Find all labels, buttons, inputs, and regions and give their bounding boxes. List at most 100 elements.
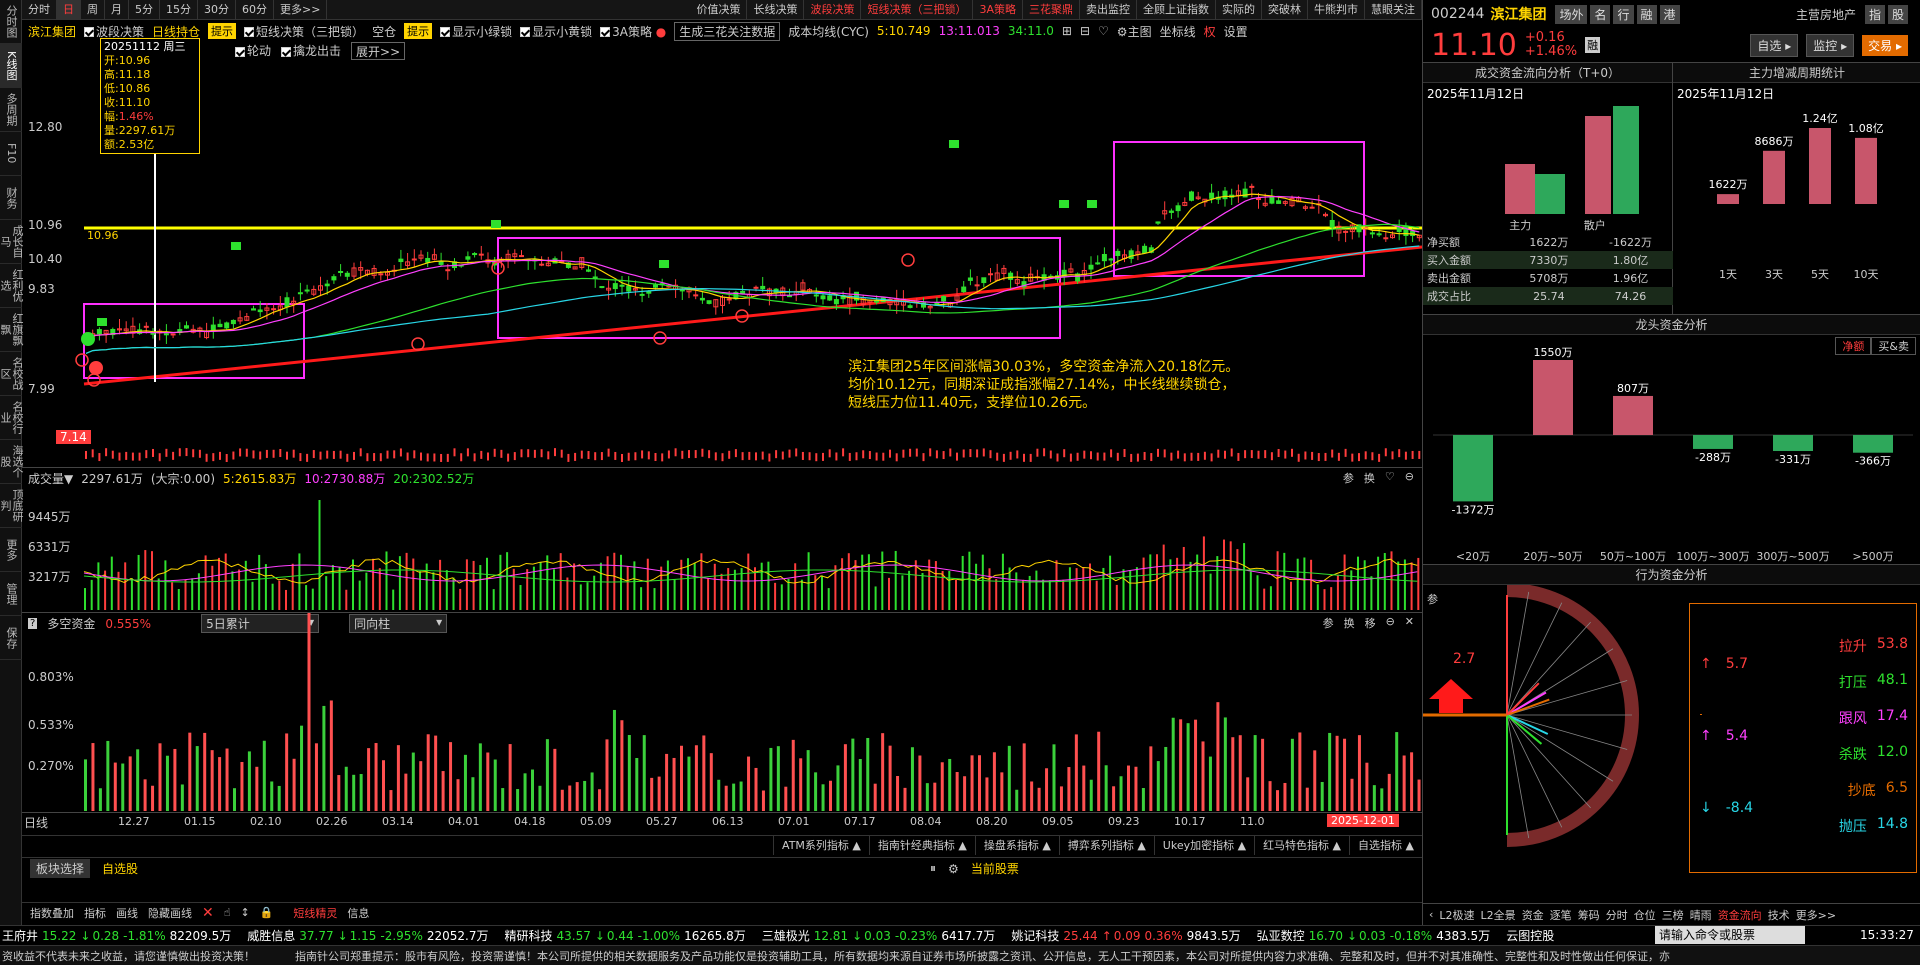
monitor-button[interactable]: 监控 ▸ bbox=[1806, 33, 1855, 57]
top-action-button[interactable]: 突破林 bbox=[1262, 0, 1308, 19]
pointer-icon[interactable]: ☝ bbox=[224, 906, 231, 919]
info-tab[interactable]: 信息 bbox=[347, 905, 369, 921]
period-tab[interactable]: 分时 bbox=[22, 0, 57, 19]
right-bottom-tab[interactable]: 三榜 bbox=[1662, 907, 1684, 923]
right-bottom-tab[interactable]: 资金流向 bbox=[1718, 907, 1762, 923]
period-tab[interactable]: 日 bbox=[57, 0, 81, 19]
heart-icon[interactable]: ♡ bbox=[1098, 24, 1109, 38]
pause-icon[interactable]: ⏸ bbox=[930, 861, 936, 876]
top-action-button[interactable]: 3A策略 bbox=[973, 0, 1023, 19]
top-action-button[interactable]: 实际的 bbox=[1216, 0, 1262, 19]
stock-tab[interactable]: 场外 bbox=[1555, 4, 1588, 24]
toolbar-button[interactable]: 指标 bbox=[84, 905, 106, 921]
collapse-icon[interactable]: ‹ bbox=[1429, 908, 1433, 921]
rights-button[interactable]: 权 bbox=[1204, 23, 1216, 40]
top-action-button[interactable]: 长线决策 bbox=[747, 0, 805, 19]
right-bottom-tab[interactable]: 仓位 bbox=[1634, 907, 1656, 923]
ticker-item[interactable]: 精研科技 43.57 ↓ 0.44 -1.00% 16265.8万 bbox=[504, 927, 745, 944]
ticker-item[interactable]: 姚记科技 25.44 ↑ 0.09 0.36% 9843.5万 bbox=[1011, 927, 1240, 944]
right-bottom-tab[interactable]: 技术 bbox=[1768, 907, 1790, 923]
stock-tab[interactable]: 行 bbox=[1613, 4, 1634, 24]
left-nav-item[interactable]: 名校战区 bbox=[0, 352, 24, 396]
period-tab[interactable]: 5分 bbox=[129, 0, 160, 19]
custom-stock-tab[interactable]: 自选股 bbox=[102, 860, 138, 877]
trade-button[interactable]: 交易 ▸ bbox=[1862, 34, 1908, 56]
indicator-menu[interactable]: 自选指标 ▲ bbox=[1349, 836, 1422, 855]
toolbar-button[interactable]: 指数叠加 bbox=[30, 905, 74, 921]
left-nav-item[interactable]: 更多 bbox=[0, 528, 22, 572]
show-green-checkbox[interactable]: 显示小绿锁 bbox=[440, 23, 512, 40]
indicator-menu[interactable]: 指南针经典指标 ▲ bbox=[868, 836, 975, 855]
dk-chart[interactable]: ? 多空资金 0.555% 5日累计 ▾ 同向柱 ▾ 参 换 移 ⊖ ✕ 0.803… bbox=[22, 612, 1422, 812]
ticker-item[interactable]: 云图控股 bbox=[1506, 927, 1566, 944]
delete-icon[interactable]: ✕ bbox=[202, 905, 214, 921]
main-fig-button[interactable]: ⚙主图 bbox=[1117, 23, 1152, 40]
indicator-menu[interactable]: 红马特色指标 ▲ bbox=[1254, 836, 1349, 855]
add-icon[interactable]: ⊞ bbox=[1062, 24, 1072, 38]
move-icon[interactable]: ↕ bbox=[240, 906, 249, 919]
strategy-3a-checkbox[interactable]: 3A策略 ● bbox=[600, 23, 666, 40]
indicator-menu[interactable]: ATM系列指标 ▲ bbox=[773, 836, 869, 855]
indicator-menu[interactable]: 搏弈系列指标 ▲ bbox=[1058, 836, 1154, 855]
indicator-menu[interactable]: 操盘系指标 ▲ bbox=[974, 836, 1059, 855]
toolbar-button[interactable]: 画线 bbox=[116, 905, 138, 921]
left-nav-item[interactable]: 顶底研判 bbox=[0, 484, 24, 528]
period-tab[interactable]: 30分 bbox=[198, 0, 236, 19]
right-bottom-tab[interactable]: 更多>> bbox=[1796, 907, 1836, 923]
index-tab[interactable]: 指 bbox=[1864, 4, 1885, 24]
current-stock-tab[interactable]: 当前股票 bbox=[971, 860, 1019, 877]
ticker-item[interactable]: 弘亚数控 16.70 ↓ 0.03 -0.18% 4383.5万 bbox=[1257, 927, 1491, 944]
coord-button[interactable]: 坐标线 bbox=[1160, 23, 1196, 40]
generate-button[interactable]: 生成三花关注数据 bbox=[674, 21, 781, 41]
top-action-button[interactable]: 慧眼关注 bbox=[1365, 0, 1422, 19]
ticker-item[interactable]: 王府井 15.22 ↓ 0.28 -1.81% 82209.5万 bbox=[2, 927, 231, 944]
right-bottom-tab[interactable]: 筹码 bbox=[1578, 907, 1600, 923]
right-bottom-tab[interactable]: 逐笔 bbox=[1550, 907, 1572, 923]
tip-badge-2[interactable]: 提示 bbox=[404, 23, 433, 39]
left-nav-item[interactable]: 海选个股 bbox=[0, 440, 24, 484]
top-action-button[interactable]: 卖出监控 bbox=[1080, 0, 1137, 19]
stock-tab[interactable]: 港 bbox=[1659, 4, 1680, 24]
price-chart[interactable]: 12.80 10.96 10.40 9.83 7.99 7.14 10.96 滨… bbox=[22, 38, 1422, 467]
period-tab[interactable]: 60分 bbox=[236, 0, 274, 19]
tip-badge[interactable]: 提示 bbox=[208, 23, 237, 39]
top-action-button[interactable]: 波段决策 bbox=[804, 0, 862, 19]
watchlist-button[interactable]: 自选 ▸ bbox=[1750, 33, 1799, 57]
stock-tab[interactable]: 融 bbox=[1636, 4, 1657, 24]
left-nav-item[interactable]: 管理 bbox=[0, 572, 22, 616]
left-nav-item[interactable]: 多周期 bbox=[0, 88, 22, 132]
short-checkbox[interactable]: 短线决策（三把锁） bbox=[244, 23, 364, 40]
right-bottom-tab[interactable]: 资金 bbox=[1522, 907, 1544, 923]
minus-icon[interactable]: ⊟ bbox=[1080, 24, 1090, 38]
command-input[interactable]: 请输入命令或股票 bbox=[1655, 926, 1805, 944]
left-nav-item[interactable]: 成长自马 bbox=[0, 220, 24, 264]
index-tab[interactable]: 股 bbox=[1887, 4, 1908, 24]
left-nav-item[interactable]: 保存 bbox=[0, 616, 22, 660]
toolbar-button[interactable]: 隐藏画线 bbox=[148, 905, 192, 921]
indicator-menu[interactable]: Ukey加密指标 ▲ bbox=[1153, 836, 1254, 855]
top-action-button[interactable]: 短线决策（三把锁） bbox=[861, 0, 974, 19]
ticker-item[interactable]: 三雄极光 12.81 ↓ 0.03 -0.23% 6417.7万 bbox=[762, 927, 996, 944]
volume-chart[interactable]: 成交量▼ 2297.61万 (大宗:0.00) 5:2615.83万 10:27… bbox=[22, 467, 1422, 612]
short-sprite-tab[interactable]: 短线精灵 bbox=[293, 905, 337, 921]
left-nav-item[interactable]: 名校行业 bbox=[0, 396, 24, 440]
block-select-tab[interactable]: 板块选择 bbox=[30, 859, 91, 878]
show-yellow-checkbox[interactable]: 显示小黄锁 bbox=[520, 23, 592, 40]
right-bottom-tab[interactable]: L2全景 bbox=[1481, 907, 1516, 923]
gear-icon[interactable]: ⚙ bbox=[948, 862, 959, 876]
period-tab[interactable]: 月 bbox=[105, 0, 129, 19]
left-nav-item[interactable]: 红旗飘飘 bbox=[0, 308, 24, 352]
wave-checkbox[interactable]: 波段决策 bbox=[84, 23, 144, 40]
top-action-button[interactable]: 牛熊判市 bbox=[1308, 0, 1365, 19]
left-nav-item[interactable]: 分时图 bbox=[0, 0, 22, 44]
top-action-button[interactable]: 三花聚鼎 bbox=[1023, 0, 1080, 19]
settings-button[interactable]: 设置 bbox=[1224, 23, 1248, 40]
top-action-button[interactable]: 全顾上证指数 bbox=[1137, 0, 1216, 19]
left-nav-item[interactable]: 财务 bbox=[0, 176, 22, 220]
right-bottom-tab[interactable]: 分时 bbox=[1606, 907, 1628, 923]
ticker-item[interactable]: 威胜信息 37.77 ↓ 1.15 -2.95% 22052.7万 bbox=[247, 927, 488, 944]
lock-icon[interactable]: 🔒 bbox=[260, 906, 274, 919]
period-tab[interactable]: 更多>> bbox=[274, 0, 328, 19]
left-nav-item[interactable]: F10 bbox=[0, 132, 22, 176]
period-tab[interactable]: 周 bbox=[81, 0, 105, 19]
